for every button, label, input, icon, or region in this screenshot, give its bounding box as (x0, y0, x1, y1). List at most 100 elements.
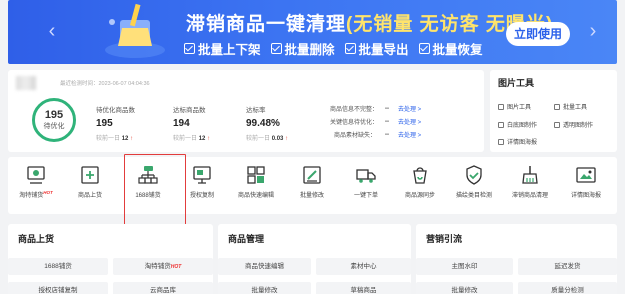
image-tool-item[interactable]: 批量工具 (554, 102, 587, 111)
metric-rate[interactable]: 达标率 99.48% 较前一日 0.03 ↑ (246, 104, 288, 142)
shortcut-label: 淘特铺货HOT (19, 190, 53, 199)
shortcut-unsold-cleanup[interactable]: 滞销商品清理 (508, 161, 552, 209)
section-button-auth-copy[interactable]: 授权店铺复制 (8, 282, 108, 294)
chevron-left-icon[interactable]: ‹ (44, 20, 60, 42)
image-icon (498, 103, 504, 110)
issue-list: 商品信息不完整： -- 去处理 > 关键信息待优化： -- 去处理 > 商品素材缺失： -… (330, 102, 421, 141)
section-button-quick-edit[interactable]: 商品快速编辑 (218, 258, 311, 275)
issue-row: 商品素材缺失： -- 去处理 > (333, 130, 422, 140)
taote-icon (27, 166, 45, 184)
shortcut-batch-modify[interactable]: 批量修改 (290, 161, 334, 209)
edit-icon (303, 166, 321, 184)
section-button-batch-modify[interactable]: 批量修改 (218, 282, 311, 294)
banner-feature: 批量删除 (270, 39, 335, 58)
trend-up-icon: ↑ (285, 136, 289, 142)
shortcut-category-check[interactable]: 描绘类目检测 (452, 161, 496, 209)
shortcut-quick-edit[interactable]: 商品快速编辑 (234, 161, 278, 209)
banner-feature: 批量恢复 (418, 39, 483, 58)
image-tool-item[interactable]: 透明图制作 (554, 120, 593, 129)
stats-card: 最近检测时间：2023-06-07 04:04:36 195 待优化 待优化商品… (8, 70, 484, 152)
handle-link[interactable]: 去处理 > (398, 117, 421, 126)
broom-icon (522, 166, 538, 184)
section-title: 商品管理 (228, 234, 265, 244)
shortcut-label: 商品上货 (77, 193, 102, 199)
checkbox-icon (270, 43, 282, 54)
handle-link[interactable]: 去处理 > (398, 130, 421, 139)
metric-value: 99.48% (246, 118, 280, 129)
image-tool-item[interactable]: 图片工具 (498, 102, 531, 111)
metric-label: 达标率 (246, 107, 266, 114)
section-button-drafts[interactable]: 草稿商品 (316, 282, 411, 294)
banner-feature: 批量导出 (344, 39, 409, 58)
page: ‹ 滞销商品一键清理(无销量 无访客 无曝光) 批量上下架 批量删除 批量导出 … (0, 0, 625, 294)
broom-illustration (105, 3, 165, 58)
section-button-1688[interactable]: 1688铺货 (8, 258, 108, 275)
metric-compare: 较前一日 12 ↑ (96, 136, 134, 142)
use-now-button[interactable]: 立即使用 (506, 22, 570, 46)
section-button-quality-check[interactable]: 质量分检测 (518, 282, 617, 294)
shortcut-label: 批量修改 (299, 193, 324, 199)
section-product-listing: 商品上货 1688铺货 淘特铺货HOT 授权店铺复制 云商品库 (8, 224, 213, 294)
metric-pending[interactable]: 待优化商品数 195 较前一日 12 ↑ (96, 104, 135, 142)
hot-badge: HOT (43, 190, 53, 195)
monitor-icon (193, 166, 211, 184)
image-tool-item[interactable]: 详情图海报 (498, 137, 537, 146)
score-value: 195 (44, 109, 64, 121)
image-tools-card: 图片工具 图片工具 批量工具 白底图制作 透明图制作 详情图海报 (490, 70, 617, 152)
shortcut-detail-poster[interactable]: 详情图海报 (564, 161, 608, 209)
shortcut-row: 淘特铺货HOT 商品上货 1688铺货 授权复制 商品快速编辑 批量修改 一键下… (8, 157, 617, 214)
chevron-right-icon[interactable]: › (585, 20, 601, 42)
transparent-icon (554, 121, 560, 128)
section-button-taote[interactable]: 淘特铺货HOT (113, 258, 213, 275)
shortcut-auth-copy[interactable]: 授权复制 (180, 161, 224, 209)
shield-check-icon (466, 165, 482, 185)
shortcut-label: 详情图海报 (570, 193, 601, 199)
handle-link[interactable]: 去处理 > (398, 104, 421, 113)
upload-icon (81, 166, 99, 184)
image-tool-item[interactable]: 白底图制作 (498, 120, 537, 129)
metric-compare: 较前一日 0.03 ↑ (246, 136, 289, 142)
section-button-material-center[interactable]: 素材中心 (316, 258, 411, 275)
truck-icon (356, 169, 376, 183)
banner-feature: 批量上下架 (184, 39, 261, 58)
shortcut-label: 描绘类目检测 (455, 193, 492, 199)
batch-icon (554, 103, 560, 110)
metric-value: 194 (173, 118, 190, 129)
section-title: 商品上货 (18, 234, 55, 244)
shortcut-taote[interactable]: 淘特铺货HOT (14, 161, 58, 209)
metric-qualified[interactable]: 达标商品数 194 较前一日 12 ↑ (173, 104, 210, 142)
promo-banner[interactable]: ‹ 滞销商品一键清理(无销量 无访客 无曝光) 批量上下架 批量删除 批量导出 … (8, 0, 617, 64)
shop-avatar (16, 76, 36, 90)
section-marketing: 营销引流 主图水印 延迟发货 批量修改 质量分检测 (416, 224, 617, 294)
metric-compare: 较前一日 12 ↑ (173, 136, 211, 142)
score-ring[interactable]: 195 待优化 (32, 98, 76, 142)
shortcut-label: 商品快速编辑 (237, 193, 274, 199)
trend-up-icon: ↑ (207, 136, 211, 142)
score-label: 待优化 (43, 123, 65, 130)
checkbox-icon (418, 43, 430, 54)
checkbox-icon (344, 43, 356, 54)
metric-label: 达标商品数 (173, 107, 206, 114)
checkbox-icon (184, 43, 195, 54)
section-button-delay-ship[interactable]: 延迟发货 (518, 258, 617, 275)
section-product-management: 商品管理 商品快速编辑 素材中心 批量修改 草稿商品 (218, 224, 411, 294)
hot-badge: HOT (170, 264, 182, 270)
image-tools-title: 图片工具 (498, 78, 535, 88)
section-title: 营销引流 (426, 234, 463, 244)
banner-features: 批量上下架 批量删除 批量导出 批量恢复 (184, 39, 483, 58)
highlight-box (124, 154, 186, 225)
issue-row: 商品信息不完整： -- 去处理 > (330, 104, 422, 114)
shortcut-label: 授权复制 (189, 193, 214, 199)
shortcut-one-click-order[interactable]: 一键下单 (344, 161, 388, 209)
shortcut-label: 商品源同步 (404, 193, 435, 199)
shortcut-upload[interactable]: 商品上货 (68, 161, 112, 209)
section-button-batch-modify-mkt[interactable]: 批量修改 (416, 282, 513, 294)
section-button-watermark[interactable]: 主图水印 (416, 258, 513, 275)
banner-title: 滞销商品一键清理(无销量 无访客 无曝光) (186, 14, 554, 35)
grid-edit-icon (247, 166, 265, 184)
metric-label: 待优化商品数 (96, 107, 135, 114)
section-button-cloud-lib[interactable]: 云商品库 (113, 282, 213, 294)
shortcut-source-sync[interactable]: 商品源同步 (398, 161, 442, 209)
scan-time: 最近检测时间：2023-06-07 04:04:36 (60, 81, 150, 87)
metric-value: 195 (96, 118, 113, 129)
